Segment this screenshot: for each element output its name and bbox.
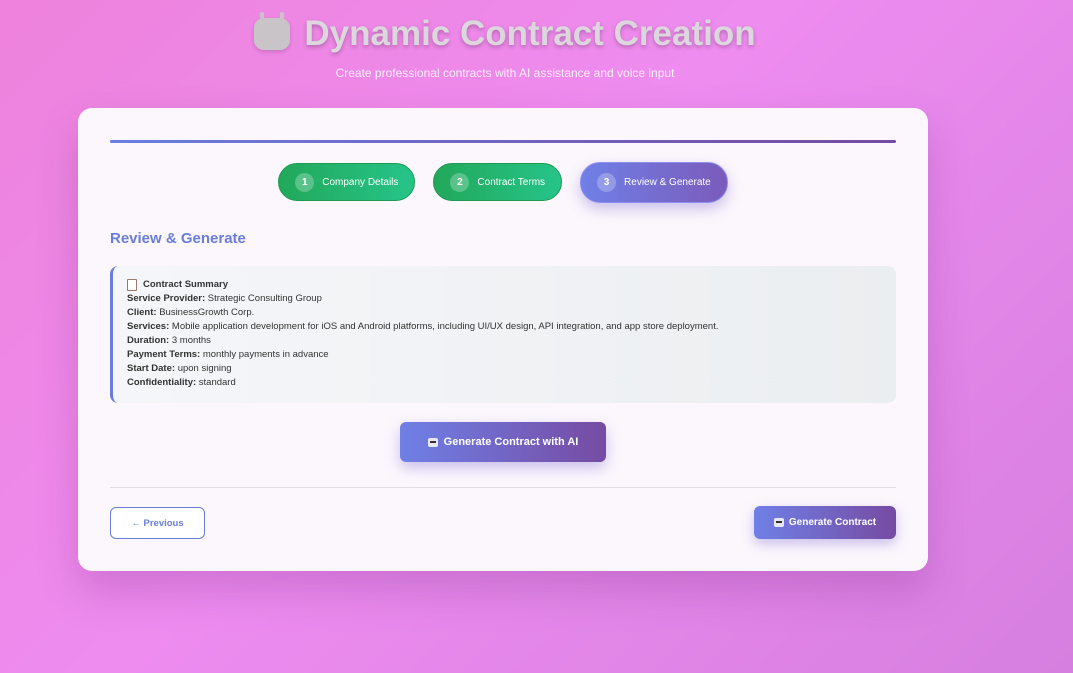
row-value: monthly payments in advance (202, 349, 329, 360)
contract-card: 1 Company Details 2 Contract Terms 3 Rev… (78, 108, 928, 571)
progress-bar (110, 140, 896, 143)
section-title: Review & Generate (110, 230, 246, 247)
robot-icon (427, 437, 438, 447)
summary-row-confidentiality: Confidentiality: standard (127, 376, 882, 390)
page-subtitle: Create professional contracts with AI as… (335, 66, 675, 80)
row-value: Mobile application development for iOS a… (171, 321, 719, 332)
row-value: Strategic Consulting Group (207, 293, 322, 304)
generate-contract-button[interactable]: Generate Contract (754, 506, 896, 539)
row-value: BusinessGrowth Corp. (159, 307, 255, 318)
button-label: Generate Contract (788, 517, 877, 528)
robot-icon (773, 518, 784, 527)
step-contract-terms[interactable]: 2 Contract Terms (433, 163, 563, 201)
step-company-details[interactable]: 1 Company Details (278, 163, 416, 201)
page-header: Dynamic Contract Creation Create profess… (0, 12, 1010, 80)
robot-icon (254, 12, 291, 50)
step-number: 1 (295, 172, 315, 192)
contract-summary: Contract Summary Service Provider: Strat… (110, 266, 896, 403)
row-label: Services: (127, 321, 170, 332)
row-label: Duration: (127, 335, 170, 346)
step-review-generate[interactable]: 3 Review & Generate (580, 162, 728, 203)
summary-row-client: Client: BusinessGrowth Corp. (127, 306, 882, 320)
row-value: upon signing (177, 363, 232, 374)
button-label: Generate Contract with AI (443, 436, 579, 448)
row-value: 3 months (171, 335, 211, 346)
step-number: 2 (450, 172, 470, 192)
summary-row-payment-terms: Payment Terms: monthly payments in advan… (127, 348, 882, 362)
title-row: Dynamic Contract Creation (0, 12, 1010, 54)
step-label: Contract Terms (477, 176, 546, 188)
row-value: standard (198, 377, 236, 388)
step-label: Company Details (322, 176, 399, 188)
step-number: 3 (597, 173, 617, 192)
summary-heading: Contract Summary (127, 278, 882, 292)
step-label: Review & Generate (624, 177, 711, 188)
summary-row-start-date: Start Date: upon signing (127, 362, 882, 376)
summary-row-service-provider: Service Provider: Strategic Consulting G… (127, 292, 882, 306)
page-title: Dynamic Contract Creation (304, 14, 756, 53)
row-label: Client: (127, 307, 157, 318)
summary-heading-text: Contract Summary (143, 279, 228, 290)
row-label: Service Provider: (127, 293, 206, 304)
row-label: Confidentiality: (127, 377, 197, 388)
summary-row-services: Services: Mobile application development… (127, 320, 882, 334)
row-label: Start Date: (127, 363, 176, 374)
step-indicator: 1 Company Details 2 Contract Terms 3 Rev… (78, 162, 928, 203)
generate-contract-ai-button[interactable]: Generate Contract with AI (400, 422, 606, 462)
clipboard-icon (127, 279, 137, 291)
row-label: Payment Terms: (127, 349, 201, 360)
divider (110, 487, 896, 488)
previous-button[interactable]: ← Previous (110, 507, 205, 539)
summary-row-duration: Duration: 3 months (127, 334, 882, 348)
